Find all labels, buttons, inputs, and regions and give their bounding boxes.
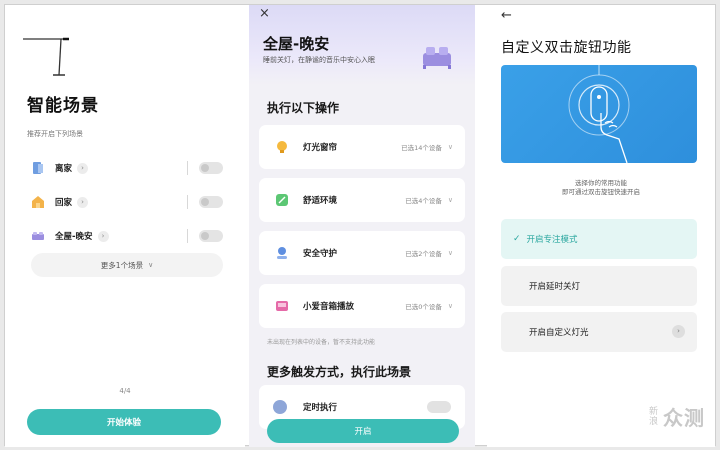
operation-device-count: 已选14个设备	[401, 144, 442, 152]
option-delay-off[interactable]: 开启延时关灯	[501, 266, 697, 306]
watermark-logo: 新浪 众测	[648, 402, 705, 431]
bed-icon	[423, 47, 451, 69]
operation-comfort-env[interactable]: 舒适环境 已选4个设备 ∨	[259, 178, 465, 222]
back-arrow-icon[interactable]: ←	[501, 9, 512, 23]
enable-button[interactable]: 开启	[267, 419, 459, 443]
option-label: 开启专注模式	[526, 235, 578, 245]
scene-label: 全屋-晚安	[55, 232, 93, 242]
clock-icon	[273, 400, 287, 414]
chevron-down-icon[interactable]: ∨	[448, 302, 453, 310]
scene-description: 睡前关灯，在静谧的音乐中安心入眠	[263, 56, 375, 64]
operation-label: 舒适环境	[303, 196, 338, 206]
leaf-icon	[275, 193, 289, 207]
operation-xiaoai-speaker[interactable]: 小爱音箱播放 已选0个设备 ∨	[259, 284, 465, 328]
start-experience-button[interactable]: 开始体验	[27, 409, 221, 435]
scene-toggle[interactable]	[199, 196, 223, 208]
scene-row-goodnight[interactable]: 全屋-晚安 ›	[31, 225, 223, 247]
check-icon: ✓	[513, 234, 521, 244]
chevron-down-icon[interactable]: ∨	[448, 196, 453, 204]
knob-description-line: 选择你的常用功能	[575, 179, 627, 187]
operation-device-count: 已选4个设备	[405, 197, 442, 205]
chevron-down-icon: ∨	[148, 261, 154, 269]
more-scenes-label: 更多1个场景	[100, 260, 144, 270]
home-icon	[31, 195, 45, 209]
chevron-down-icon[interactable]: ∨	[448, 143, 453, 151]
operation-label: 小爱音箱播放	[303, 302, 355, 312]
screenshot-frame: 智能场景 推荐开启下列场景 离家 › 回家 › 全屋-晚安 › 更多1个场景 ∨…	[4, 4, 716, 447]
operation-lights-curtains[interactable]: 灯光窗帘 已选14个设备 ∨	[259, 125, 465, 169]
bed-icon	[31, 229, 45, 243]
scene-row-home[interactable]: 回家 ›	[31, 191, 223, 213]
scene-detail-panel: × 全屋-晚安 睡前关灯，在静谧的音乐中安心入眠 执行以下操作 灯光窗帘 已选1…	[249, 5, 475, 447]
timer-toggle[interactable]	[427, 401, 451, 413]
chevron-right-icon[interactable]: ›	[77, 196, 89, 208]
operation-label: 安全守护	[303, 249, 338, 259]
knob-config-panel: ← 自定义双击旋钮功能 选择你的常用功能 即可通过双击旋钮快速开启 ✓ 开启专注…	[487, 5, 715, 447]
scene-title: 全屋-晚安	[263, 35, 330, 53]
bulb-icon	[275, 140, 289, 154]
section-title: 执行以下操作	[267, 101, 340, 115]
chevron-right-icon[interactable]: ›	[672, 325, 685, 338]
timer-label: 定时执行	[303, 403, 338, 413]
knob-illustration	[501, 65, 697, 163]
scene-toggle[interactable]	[199, 230, 223, 242]
option-label: 开启自定义灯光	[529, 328, 589, 338]
divider	[187, 229, 188, 243]
scene-label: 回家	[55, 198, 73, 208]
divider	[187, 195, 188, 209]
page-subtitle: 推荐开启下列场景	[27, 130, 83, 138]
page-title: 智能场景	[27, 96, 99, 116]
chevron-right-icon[interactable]: ›	[97, 230, 109, 242]
page-title: 自定义双击旋钮功能	[501, 40, 632, 56]
unsupported-note: 未出现在列表中的设备，暂不支持此功能	[267, 339, 376, 346]
divider	[187, 161, 188, 175]
knob-description-line: 即可通过双击旋钮快速开启	[562, 188, 640, 196]
more-scenes-button[interactable]: 更多1个场景 ∨	[31, 253, 223, 277]
section-title: 更多触发方式，执行此场景	[267, 365, 412, 379]
option-custom-light[interactable]: 开启自定义灯光 ›	[501, 312, 697, 352]
operation-device-count: 已选2个设备	[405, 250, 442, 258]
speaker-icon	[275, 299, 289, 313]
scene-row-leave-home[interactable]: 离家 ›	[31, 157, 223, 179]
option-focus-mode[interactable]: ✓ 开启专注模式	[501, 219, 697, 259]
knob-description: 选择你的常用功能 即可通过双击旋钮快速开启	[487, 179, 715, 197]
leave-home-icon	[31, 161, 45, 175]
operation-label: 灯光窗帘	[303, 143, 338, 153]
scene-toggle[interactable]	[199, 162, 223, 174]
lamp-icon	[23, 37, 69, 76]
scene-label: 离家	[55, 164, 73, 174]
option-label: 开启延时关灯	[529, 282, 581, 292]
watermark-big: 众测	[663, 406, 705, 430]
operation-device-count: 已选0个设备	[405, 303, 442, 311]
chevron-down-icon[interactable]: ∨	[448, 249, 453, 257]
page-indicator: 4/4	[119, 387, 131, 395]
chevron-right-icon[interactable]: ›	[77, 162, 89, 174]
security-icon	[275, 246, 289, 260]
close-icon[interactable]: ×	[259, 7, 270, 21]
smart-scenes-panel: 智能场景 推荐开启下列场景 离家 › 回家 › 全屋-晚安 › 更多1个场景 ∨…	[5, 5, 245, 447]
watermark-small: 新浪	[648, 406, 658, 427]
operation-security[interactable]: 安全守护 已选2个设备 ∨	[259, 231, 465, 275]
